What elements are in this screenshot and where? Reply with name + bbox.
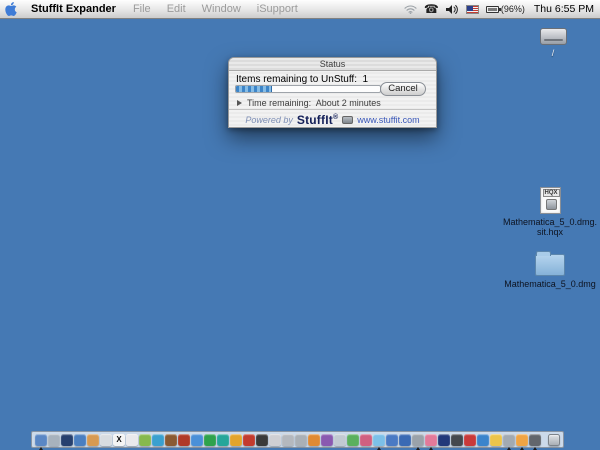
hqx-archive-label: Mathematica_5_0.dmg. sit.hqx <box>503 217 597 237</box>
folder-label: Mathematica_5_0.dmg <box>504 279 596 289</box>
cancel-button[interactable]: Cancel <box>380 82 426 96</box>
battery-percent: (96%) <box>501 4 525 14</box>
powered-by-text: Powered by <box>245 115 293 125</box>
items-remaining-text: Items remaining to UnStuff: 1 <box>236 74 368 85</box>
dock-icon-finder[interactable] <box>35 434 47 446</box>
dock-icon-36[interactable] <box>490 434 502 446</box>
dock-icon-8[interactable] <box>126 434 138 446</box>
progress-bar <box>235 85 381 93</box>
phone-icon[interactable]: ☎ <box>424 3 439 15</box>
dock-icon-31[interactable] <box>425 434 437 446</box>
volume-icon[interactable] <box>446 4 459 15</box>
stuffit-logo-icon <box>342 116 353 124</box>
battery-icon <box>486 6 499 13</box>
dock-icon-2[interactable] <box>48 434 60 446</box>
dock-icon-26[interactable] <box>360 434 372 446</box>
hqx-archive-icon: HQX <box>540 187 561 214</box>
disclosure-triangle-icon[interactable] <box>237 100 242 106</box>
hqx-art-icon <box>546 199 557 210</box>
dock-icon-6[interactable] <box>100 434 112 446</box>
dock-icon-x11[interactable]: X <box>113 434 125 446</box>
dock-icon-14[interactable] <box>204 434 216 446</box>
menu-window[interactable]: Window <box>194 3 249 15</box>
dock-icon-24[interactable] <box>334 434 346 446</box>
stuffit-brand-text: StuffIt® <box>297 113 338 127</box>
dock-icon-16[interactable] <box>230 434 242 446</box>
menu-file[interactable]: File <box>125 3 159 15</box>
items-remaining-value: 1 <box>363 74 369 85</box>
dock-icon-3[interactable] <box>61 434 73 446</box>
dialog-title-bar[interactable]: Status <box>229 58 436 71</box>
hard-disk-icon <box>540 28 567 45</box>
menu-bar-clock[interactable]: Thu 6:55 PM <box>532 3 594 15</box>
dock-icon-20[interactable] <box>282 434 294 446</box>
dock-icon-35[interactable] <box>477 434 489 446</box>
trash-icon[interactable] <box>548 434 560 446</box>
dock-icon-4[interactable] <box>74 434 86 446</box>
dialog-divider <box>229 109 436 110</box>
desktop-icon-hard-disk[interactable]: / <box>518 28 588 58</box>
dock: X <box>31 431 564 448</box>
dialog-footer: Powered by StuffIt® www.stuffit.com <box>229 113 436 127</box>
dock-icon-34[interactable] <box>464 434 476 446</box>
dock-icon-5[interactable] <box>87 434 99 446</box>
battery-status[interactable]: (96%) <box>486 4 525 14</box>
dock-icon-29[interactable] <box>399 434 411 446</box>
desktop-icon-folder[interactable]: Mathematica_5_0.dmg <box>505 250 595 289</box>
dock-icon-22[interactable] <box>308 434 320 446</box>
menu-bar: StuffIt Expander File Edit Window iSuppo… <box>0 0 600 19</box>
dock-icon-10[interactable] <box>152 434 164 446</box>
wifi-icon[interactable] <box>404 4 417 14</box>
dock-icon-33[interactable] <box>451 434 463 446</box>
status-dialog: Status Items remaining to UnStuff: 1 Can… <box>228 57 437 128</box>
dock-icon-13[interactable] <box>191 434 203 446</box>
dock-icon-30[interactable] <box>412 434 424 446</box>
dock-icon-32[interactable] <box>438 434 450 446</box>
apple-icon <box>5 2 17 16</box>
dock-icon-18[interactable] <box>256 434 268 446</box>
hqx-badge: HQX <box>543 189 560 197</box>
dock-icon-17[interactable] <box>243 434 255 446</box>
menu-isupport[interactable]: iSupport <box>249 3 306 15</box>
dialog-title: Status <box>320 59 346 69</box>
folder-icon <box>535 254 565 276</box>
hard-disk-label: / <box>552 48 555 58</box>
menu-edit[interactable]: Edit <box>159 3 194 15</box>
dock-icon-25[interactable] <box>347 434 359 446</box>
time-remaining-text: Time remaining: About 2 minutes <box>247 98 381 108</box>
dock-icon-28[interactable] <box>386 434 398 446</box>
desktop-icon-hqx-archive[interactable]: HQX Mathematica_5_0.dmg. sit.hqx <box>510 187 590 237</box>
dock-icon-37[interactable] <box>503 434 515 446</box>
dock-icon-11[interactable] <box>165 434 177 446</box>
dock-icon-19[interactable] <box>269 434 281 446</box>
dock-icon-38[interactable] <box>516 434 528 446</box>
dock-icon-39[interactable] <box>529 434 541 446</box>
keyboard-layout-flag-icon[interactable] <box>466 5 479 14</box>
dock-icon-21[interactable] <box>295 434 307 446</box>
dock-icon-23[interactable] <box>321 434 333 446</box>
dock-icon-15[interactable] <box>217 434 229 446</box>
dock-icon-27[interactable] <box>373 434 385 446</box>
dock-icon-9[interactable] <box>139 434 151 446</box>
stuffit-url-link[interactable]: www.stuffit.com <box>357 115 419 125</box>
active-app-name[interactable]: StuffIt Expander <box>22 3 125 15</box>
time-remaining-value: About 2 minutes <box>316 98 381 108</box>
dock-icon-12[interactable] <box>178 434 190 446</box>
apple-menu[interactable] <box>0 2 22 16</box>
progress-bar-fill <box>236 86 272 92</box>
